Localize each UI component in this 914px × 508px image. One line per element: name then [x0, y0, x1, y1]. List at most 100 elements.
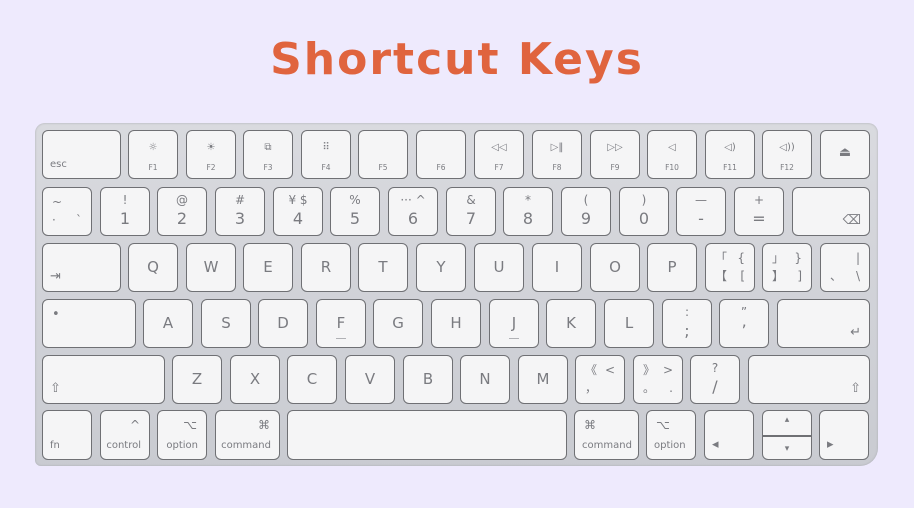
- key-label: M: [536, 370, 550, 388]
- key-tab[interactable]: ⇥: [42, 243, 121, 292]
- key-f12[interactable]: ◁)) F12: [762, 130, 812, 179]
- key-w[interactable]: W: [186, 243, 236, 292]
- key-r[interactable]: R: [301, 243, 351, 292]
- key-m[interactable]: M: [518, 355, 568, 404]
- key-3[interactable]: #3: [215, 187, 265, 236]
- key-f4[interactable]: ⠿ F4: [301, 130, 351, 179]
- key-shift-legend: :: [684, 305, 690, 319]
- key-5[interactable]: % 5: [330, 187, 380, 236]
- key-f[interactable]: F: [316, 299, 366, 348]
- key-i[interactable]: I: [532, 243, 582, 292]
- key-label: F4: [321, 163, 331, 172]
- key-a[interactable]: A: [143, 299, 193, 348]
- key-2[interactable]: @2: [157, 187, 207, 236]
- key-c[interactable]: C: [287, 355, 337, 404]
- key-f7[interactable]: ◁◁ F7: [474, 130, 524, 179]
- command-icon: ⌘: [584, 418, 596, 432]
- key-open-bracket[interactable]: 「 {【 [: [705, 243, 755, 292]
- key-z[interactable]: Z: [172, 355, 222, 404]
- key-minus[interactable]: — -: [676, 187, 726, 236]
- key-h[interactable]: H: [431, 299, 481, 348]
- key-g[interactable]: G: [373, 299, 423, 348]
- key-s[interactable]: S: [201, 299, 251, 348]
- key-close-bracket[interactable]: 」} 】]: [762, 243, 812, 292]
- key-label: F11: [723, 163, 737, 172]
- key-right-command[interactable]: ⌘ command: [574, 410, 639, 460]
- key-left-shift[interactable]: ⇧: [42, 355, 165, 404]
- key-legend-bottom-left: ·: [52, 213, 56, 227]
- key-period[interactable]: 》 > 。.: [633, 355, 683, 404]
- key-u[interactable]: U: [474, 243, 524, 292]
- key-caps-lock[interactable]: •: [42, 299, 136, 348]
- key-right-shift[interactable]: ⇧: [748, 355, 870, 404]
- key-b[interactable]: B: [403, 355, 453, 404]
- key-legend-bottom-left: ，: [585, 381, 598, 395]
- key-label: T: [378, 258, 388, 276]
- key-legend-top-right: {: [737, 251, 745, 265]
- key-1[interactable]: ! 1: [100, 187, 150, 236]
- key-legend-top-left: 《: [585, 363, 598, 377]
- key-label: F12: [780, 163, 794, 172]
- key-quote[interactable]: ”’: [719, 299, 769, 348]
- key-right-arrow[interactable]: ▸: [819, 410, 869, 460]
- key-7[interactable]: & 7: [446, 187, 496, 236]
- key-f2[interactable]: ☀ F2: [186, 130, 236, 179]
- key-label: F9: [610, 163, 620, 172]
- key-f11[interactable]: ◁) F11: [705, 130, 755, 179]
- key-f5[interactable]: F5: [358, 130, 408, 179]
- key-legend-top-left: ~: [52, 195, 63, 209]
- key-backslash[interactable]: | 、 \: [820, 243, 870, 292]
- key-f6[interactable]: F6: [416, 130, 466, 179]
- key-label: fn: [50, 440, 60, 451]
- key-esc[interactable]: esc: [42, 130, 121, 179]
- mission-control-icon: ⧉: [264, 142, 272, 153]
- key-return[interactable]: ↵: [777, 299, 870, 348]
- key-e[interactable]: E: [243, 243, 293, 292]
- key-left-option[interactable]: ⌥ option: [157, 410, 207, 460]
- key-t[interactable]: T: [358, 243, 408, 292]
- key-0[interactable]: ) 0: [619, 187, 669, 236]
- key-legend-bottom-right: [: [740, 269, 745, 283]
- key-v[interactable]: V: [345, 355, 395, 404]
- key-j[interactable]: J: [489, 299, 539, 348]
- key-f9[interactable]: ▷▷ F9: [590, 130, 640, 179]
- key-y[interactable]: Y: [416, 243, 466, 292]
- key-equals[interactable]: + =: [734, 187, 784, 236]
- key-left-arrow[interactable]: ◂: [704, 410, 754, 460]
- key-f3[interactable]: ⧉ F3: [243, 130, 293, 179]
- key-x[interactable]: X: [230, 355, 280, 404]
- key-left-command[interactable]: ⌘ command: [215, 410, 280, 460]
- key-left-control[interactable]: ^ control: [100, 410, 150, 460]
- key-label: F2: [206, 163, 216, 172]
- key-f10[interactable]: ◁ F10: [647, 130, 697, 179]
- key-label: L: [624, 314, 634, 332]
- key-d[interactable]: D: [258, 299, 308, 348]
- key-right-option[interactable]: ⌥ option: [646, 410, 696, 460]
- key-delete[interactable]: ⌫: [792, 187, 870, 236]
- key-4[interactable]: ¥ $ 4: [273, 187, 323, 236]
- key-f1[interactable]: ☼ F1: [128, 130, 178, 179]
- key-6[interactable]: ··· ^ 6: [388, 187, 438, 236]
- key-p[interactable]: P: [647, 243, 697, 292]
- key-label: I: [554, 258, 560, 276]
- key-o[interactable]: O: [590, 243, 640, 292]
- key-l[interactable]: L: [604, 299, 654, 348]
- key-up-down-arrow[interactable]: ▴ ▾: [762, 410, 812, 460]
- key-k[interactable]: K: [546, 299, 596, 348]
- key-slash[interactable]: ? /: [690, 355, 740, 404]
- key-legend-top-right: |: [855, 251, 860, 265]
- key-comma[interactable]: 《 < ，: [575, 355, 625, 404]
- key-8[interactable]: * 8: [503, 187, 553, 236]
- key-backtick[interactable]: ~ · `: [42, 187, 92, 236]
- key-n[interactable]: N: [460, 355, 510, 404]
- key-f8[interactable]: ▷‖ F8: [532, 130, 582, 179]
- key-q[interactable]: Q: [128, 243, 178, 292]
- key-eject[interactable]: ⏏: [820, 130, 870, 179]
- key-label: esc: [50, 159, 67, 170]
- key-9[interactable]: (9: [561, 187, 611, 236]
- launchpad-icon: ⠿: [322, 142, 330, 153]
- key-shift-legend: ): [641, 193, 647, 207]
- key-fn[interactable]: fn: [42, 410, 92, 460]
- key-semicolon[interactable]: :;: [662, 299, 712, 348]
- key-space[interactable]: [287, 410, 567, 460]
